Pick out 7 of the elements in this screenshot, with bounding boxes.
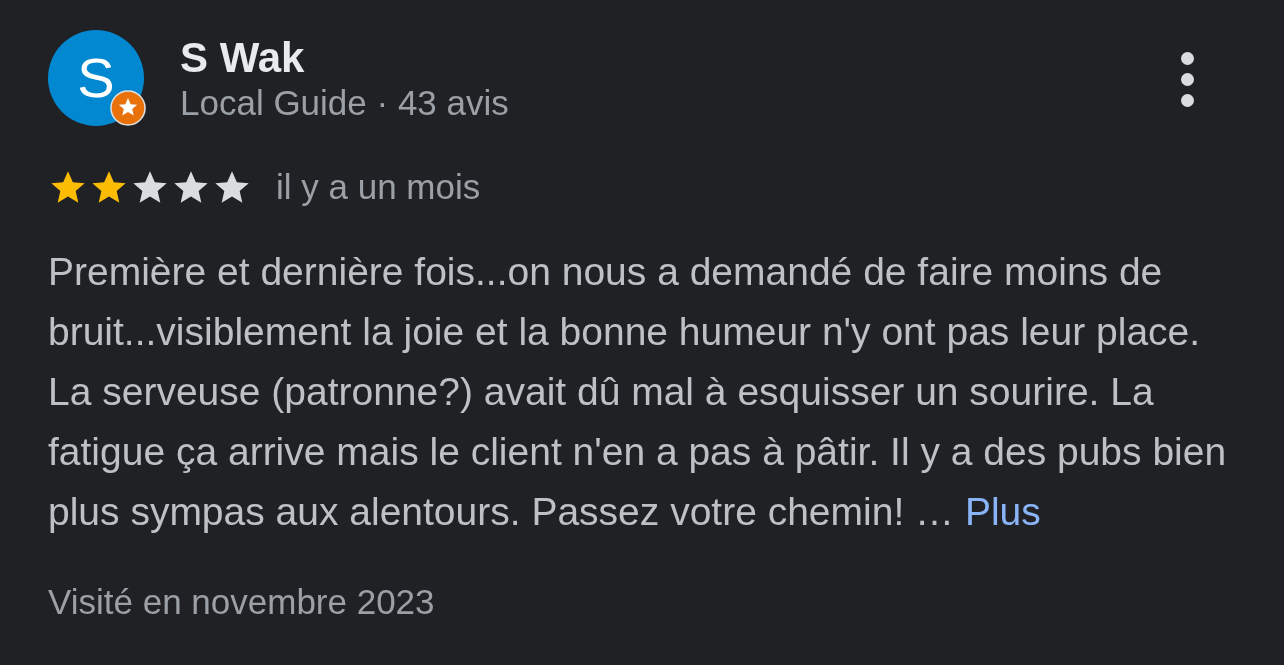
review-text: Première et dernière fois...on nous a demandé de faire moins de bruit...visiblement la joie et la bonne humeur n'y ont pas leur place. La serveuse (patronne?) avait dû mal à esquisser un sourire. La fatigue ça arrive mais le client n'en a pas à pâtir. Il y a des pubs bien plus sympas aux alentours. Passez votre chemin! … Plus [48, 248, 1228, 535]
review-time: il y a un mois [276, 166, 481, 208]
visit-date: Visité en novembre 2023 [48, 581, 436, 622]
reviewer-subtitle: Local Guide · 43 avis [180, 82, 509, 124]
more-link[interactable]: Plus [964, 489, 1041, 533]
more-options-button[interactable] [1181, 52, 1194, 107]
reviewer-name[interactable]: S Wak [180, 36, 509, 80]
